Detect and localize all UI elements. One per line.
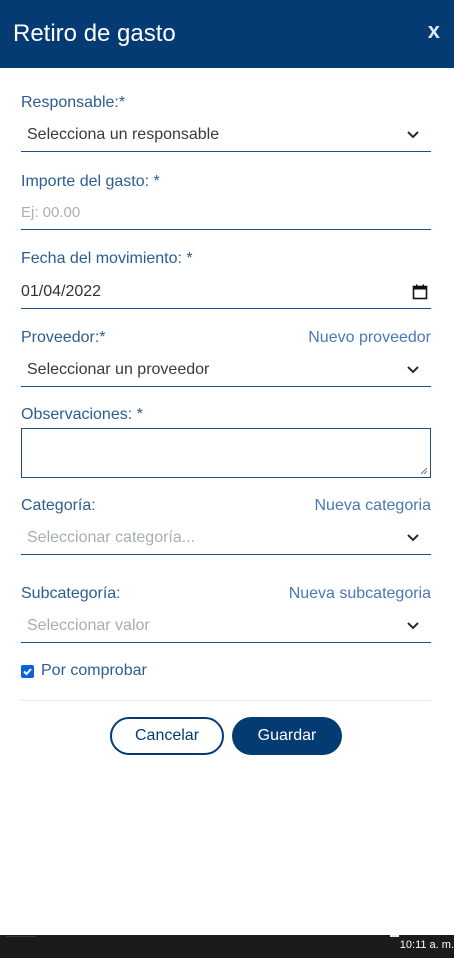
chevron-down-icon bbox=[407, 622, 419, 630]
nueva-categoria-link[interactable]: Nueva categoria bbox=[314, 496, 431, 516]
modal-header: Retiro de gasto x bbox=[0, 0, 454, 68]
taskbar-clock: 10:11 a. m. bbox=[399, 939, 454, 951]
modal-title: Retiro de gasto bbox=[13, 20, 176, 47]
chevron-down-icon bbox=[407, 366, 419, 374]
chevron-down-icon bbox=[407, 534, 419, 542]
categoria-select[interactable]: Seleccionar categoría... bbox=[21, 521, 431, 555]
close-button[interactable]: x bbox=[428, 16, 440, 46]
subcategoria-label: Subcategoría: bbox=[21, 585, 121, 602]
observaciones-textarea[interactable] bbox=[21, 428, 431, 478]
subcategoria-select[interactable]: Seleccionar valor bbox=[21, 609, 431, 643]
chevron-down-icon bbox=[407, 131, 419, 139]
proveedor-label: Proveedor:* bbox=[21, 329, 106, 346]
taskbar: 10:11 a. m. bbox=[0, 935, 454, 958]
observaciones-label: Observaciones: * bbox=[21, 406, 143, 423]
importe-input[interactable]: Ej: 00.00 bbox=[21, 196, 431, 230]
responsable-label: Responsable:* bbox=[21, 94, 126, 111]
checkmark-icon bbox=[23, 667, 32, 675]
responsable-selected: Selecciona un responsable bbox=[27, 125, 220, 143]
divider bbox=[21, 700, 431, 701]
subcategoria-placeholder: Seleccionar valor bbox=[27, 616, 150, 634]
resize-grip-icon[interactable] bbox=[420, 467, 428, 475]
taskbar-indicator bbox=[390, 935, 399, 937]
por-comprobar-checkbox[interactable] bbox=[21, 664, 34, 678]
proveedor-selected: Seleccionar un proveedor bbox=[27, 360, 210, 378]
responsable-select[interactable]: Selecciona un responsable bbox=[21, 118, 431, 152]
fecha-label: Fecha del movimiento: * bbox=[21, 250, 193, 267]
nueva-subcategoria-link[interactable]: Nueva subcategoria bbox=[289, 584, 431, 604]
taskbar-edge bbox=[6, 936, 36, 937]
importe-placeholder: Ej: 00.00 bbox=[21, 204, 81, 221]
fecha-input[interactable]: 01/04/2022 bbox=[21, 275, 431, 309]
por-comprobar-row[interactable]: Por comprobar bbox=[21, 662, 147, 680]
fecha-value: 01/04/2022 bbox=[21, 282, 102, 300]
nuevo-proveedor-link[interactable]: Nuevo proveedor bbox=[308, 328, 431, 348]
cancel-button[interactable]: Cancelar bbox=[110, 717, 224, 755]
categoria-label: Categoría: bbox=[21, 497, 96, 514]
proveedor-select[interactable]: Seleccionar un proveedor bbox=[21, 353, 431, 387]
importe-label: Importe del gasto: * bbox=[21, 173, 160, 190]
save-button[interactable]: Guardar bbox=[232, 717, 342, 755]
por-comprobar-label: Por comprobar bbox=[41, 662, 147, 679]
categoria-placeholder: Seleccionar categoría... bbox=[27, 528, 196, 546]
calendar-icon[interactable] bbox=[412, 284, 428, 300]
